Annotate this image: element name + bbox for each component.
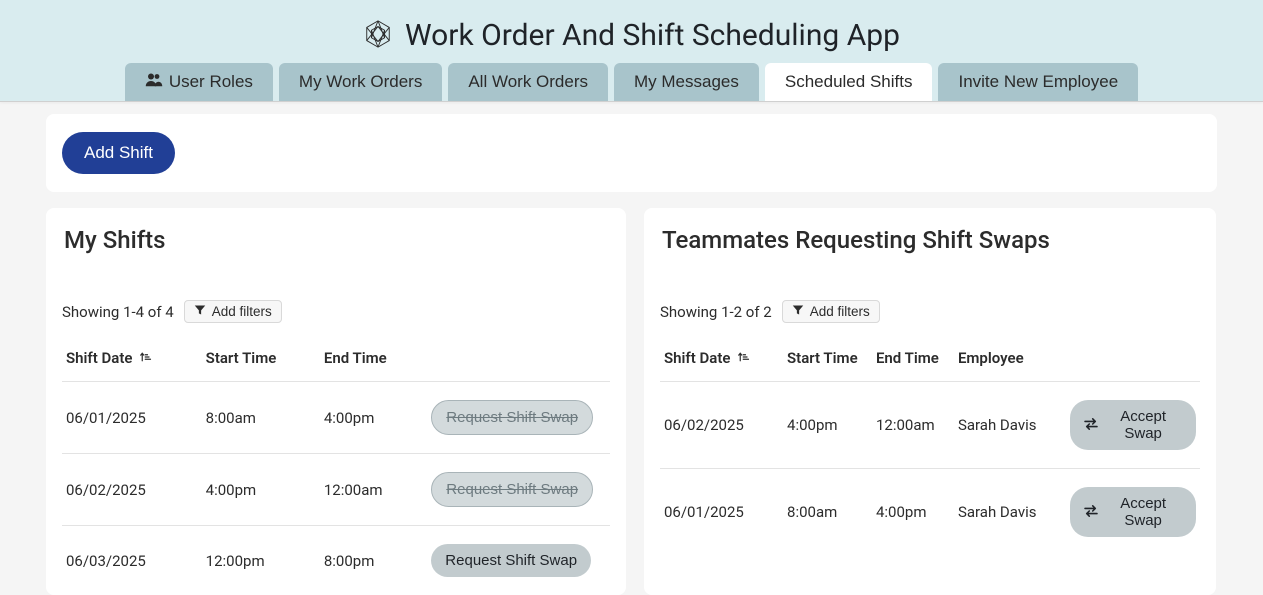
tab-label: User Roles	[169, 72, 253, 92]
table-row: 06/02/2025 4:00pm 12:00am Request Shift …	[62, 454, 610, 526]
filter-label: Add filters	[810, 304, 870, 319]
table-row: 06/01/2025 8:00am 4:00pm Request Shift S…	[62, 382, 610, 454]
col-shift-date[interactable]: Shift Date	[660, 335, 783, 382]
tab-my-work-orders[interactable]: My Work Orders	[279, 63, 442, 101]
cell-end: 8:00pm	[320, 526, 427, 595]
col-end-time[interactable]: End Time	[320, 335, 427, 382]
col-start-time[interactable]: Start Time	[202, 335, 320, 382]
col-employee[interactable]: Employee	[954, 335, 1066, 382]
cell-start: 12:00pm	[202, 526, 320, 595]
app-logo-icon	[363, 19, 393, 53]
tab-label: My Messages	[634, 72, 739, 92]
panel-title: My Shifts	[64, 226, 610, 254]
sort-asc-icon	[738, 349, 750, 367]
cell-end: 4:00pm	[872, 469, 954, 556]
result-bar: Showing 1-2 of 2 Add filters	[660, 300, 1200, 323]
accept-label: Accept Swap	[1104, 408, 1182, 442]
cell-start: 4:00pm	[783, 382, 872, 469]
cell-date: 06/01/2025	[660, 469, 783, 556]
sort-asc-icon	[140, 349, 152, 367]
add-shift-button[interactable]: Add Shift	[62, 132, 175, 174]
table-row: 06/02/2025 4:00pm 12:00am Sarah Davis Ac…	[660, 382, 1200, 469]
cell-end: 12:00am	[320, 454, 427, 526]
cell-action: Accept Swap	[1066, 469, 1200, 556]
cell-end: 4:00pm	[320, 382, 427, 454]
filter-label: Add filters	[212, 304, 272, 319]
cell-action: Request Shift Swap	[427, 454, 610, 526]
app-title: Work Order And Shift Scheduling App	[405, 18, 900, 53]
page-content: Add Shift My Shifts Showing 1-4 of 4 Add…	[0, 102, 1263, 595]
teammate-swaps-panel: Teammates Requesting Shift Swaps Showing…	[644, 208, 1216, 595]
filter-icon	[792, 304, 804, 319]
nav-tabs: User Roles My Work Orders All Work Order…	[0, 63, 1263, 101]
tab-user-roles[interactable]: User Roles	[125, 63, 273, 101]
cell-date: 06/01/2025	[62, 382, 202, 454]
tab-scheduled-shifts[interactable]: Scheduled Shifts	[765, 63, 933, 101]
tab-label: All Work Orders	[468, 72, 588, 92]
request-swap-button: Request Shift Swap	[431, 400, 593, 435]
tab-label: Invite New Employee	[958, 72, 1118, 92]
tab-invite-new-employee[interactable]: Invite New Employee	[938, 63, 1138, 101]
cell-action: Accept Swap	[1066, 382, 1200, 469]
tab-all-work-orders[interactable]: All Work Orders	[448, 63, 608, 101]
accept-label: Accept Swap	[1104, 495, 1182, 529]
request-swap-button: Request Shift Swap	[431, 472, 593, 507]
request-swap-button[interactable]: Request Shift Swap	[431, 544, 591, 577]
filter-icon	[194, 304, 206, 319]
cell-action: Request Shift Swap	[427, 526, 610, 595]
cell-start: 8:00am	[202, 382, 320, 454]
cell-employee: Sarah Davis	[954, 469, 1066, 556]
col-action	[427, 335, 610, 382]
tab-label: Scheduled Shifts	[785, 72, 913, 92]
col-action	[1066, 335, 1200, 382]
my-shifts-panel: My Shifts Showing 1-4 of 4 Add filters S…	[46, 208, 626, 595]
cell-employee: Sarah Davis	[954, 382, 1066, 469]
cell-start: 4:00pm	[202, 454, 320, 526]
swap-arrows-icon	[1084, 504, 1098, 521]
accept-swap-button[interactable]: Accept Swap	[1070, 400, 1196, 450]
panels-row: My Shifts Showing 1-4 of 4 Add filters S…	[46, 208, 1217, 595]
accept-swap-button[interactable]: Accept Swap	[1070, 487, 1196, 537]
cell-date: 06/03/2025	[62, 526, 202, 595]
table-row: 06/01/2025 8:00am 4:00pm Sarah Davis Acc…	[660, 469, 1200, 556]
toolbar-card: Add Shift	[46, 114, 1217, 192]
teammate-swaps-table: Shift Date Start Time End Time Employee	[660, 335, 1200, 555]
panel-title: Teammates Requesting Shift Swaps	[662, 226, 1200, 254]
cell-date: 06/02/2025	[660, 382, 783, 469]
add-filters-button[interactable]: Add filters	[782, 300, 880, 323]
title-bar: Work Order And Shift Scheduling App	[0, 0, 1263, 63]
tab-label: My Work Orders	[299, 72, 422, 92]
cell-end: 12:00am	[872, 382, 954, 469]
table-row: 06/03/2025 12:00pm 8:00pm Request Shift …	[62, 526, 610, 595]
users-icon	[145, 72, 163, 92]
col-end-time[interactable]: End Time	[872, 335, 954, 382]
add-filters-button[interactable]: Add filters	[184, 300, 282, 323]
col-shift-date[interactable]: Shift Date	[62, 335, 202, 382]
app-header: Work Order And Shift Scheduling App User…	[0, 0, 1263, 102]
swap-arrows-icon	[1084, 417, 1098, 434]
cell-action: Request Shift Swap	[427, 382, 610, 454]
my-shifts-table: Shift Date Start Time End Time 06/01/202…	[62, 335, 610, 595]
result-count: Showing 1-2 of 2	[660, 303, 772, 321]
col-start-time[interactable]: Start Time	[783, 335, 872, 382]
tab-my-messages[interactable]: My Messages	[614, 63, 759, 101]
result-count: Showing 1-4 of 4	[62, 303, 174, 321]
result-bar: Showing 1-4 of 4 Add filters	[62, 300, 610, 323]
cell-start: 8:00am	[783, 469, 872, 556]
cell-date: 06/02/2025	[62, 454, 202, 526]
